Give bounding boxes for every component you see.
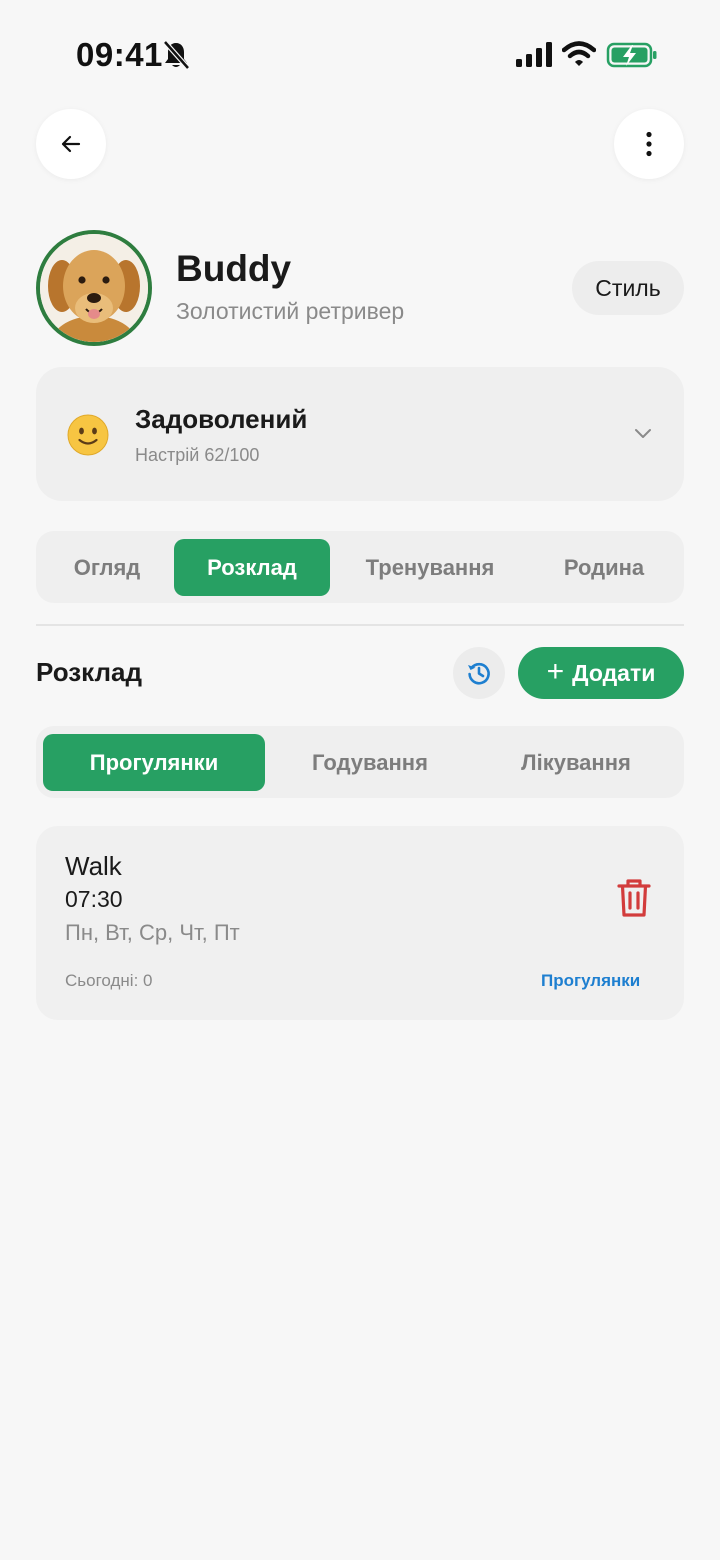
mood-score: Настрій 62/100 — [135, 445, 260, 465]
subtab-feeding[interactable]: Годування — [272, 734, 468, 791]
back-button[interactable] — [36, 109, 106, 179]
more-options-button[interactable] — [614, 109, 684, 179]
add-button[interactable]: + Додати — [518, 647, 684, 699]
section-title: Розклад — [36, 657, 142, 687]
mood-title: Задоволений — [135, 404, 308, 434]
divider — [36, 624, 684, 626]
tab-overview[interactable]: Огляд — [46, 539, 168, 596]
pet-avatar[interactable] — [36, 230, 152, 346]
tab-schedule[interactable]: Розклад — [174, 539, 330, 596]
schedule-category-tabs: Прогулянки Годування Лікування — [36, 726, 684, 798]
signal-icon — [516, 42, 552, 67]
pet-breed: Золотистий ретривер — [176, 298, 405, 324]
wifi-icon — [562, 41, 596, 66]
plus-icon: + — [546, 655, 565, 688]
history-button[interactable] — [453, 647, 505, 699]
status-time: 09:41 — [76, 36, 163, 73]
schedule-item-today-count: Сьогодні: 0 — [65, 971, 153, 990]
mood-card[interactable] — [36, 367, 684, 501]
schedule-item-days: Пн, Вт, Ср, Чт, Пт — [65, 920, 240, 945]
back-arrow-icon — [61, 135, 81, 153]
bell-off-icon — [163, 40, 190, 70]
add-button-label: Додати — [572, 659, 656, 686]
subtab-medication[interactable]: Лікування — [474, 734, 678, 791]
slightly-smiling-face-icon — [67, 414, 109, 456]
delete-button[interactable] — [612, 876, 656, 920]
more-vertical-icon — [646, 131, 652, 157]
schedule-item-time: 07:30 — [65, 886, 123, 912]
subtab-walks[interactable]: Прогулянки — [43, 734, 265, 791]
battery-charging-icon — [606, 42, 657, 68]
tab-training[interactable]: Тренування — [336, 539, 524, 596]
style-button[interactable]: Стиль — [572, 261, 684, 315]
schedule-item-name: Walk — [65, 851, 122, 881]
history-icon — [468, 662, 490, 685]
pet-name: Buddy — [176, 248, 292, 289]
dog-photo — [40, 234, 148, 342]
tab-family[interactable]: Родина — [530, 539, 678, 596]
schedule-item-category: Прогулянки — [541, 971, 641, 990]
chevron-down-icon[interactable] — [632, 424, 654, 444]
trash-icon — [617, 879, 651, 917]
main-tab-bar: Огляд Розклад Тренування Родина — [36, 531, 684, 603]
